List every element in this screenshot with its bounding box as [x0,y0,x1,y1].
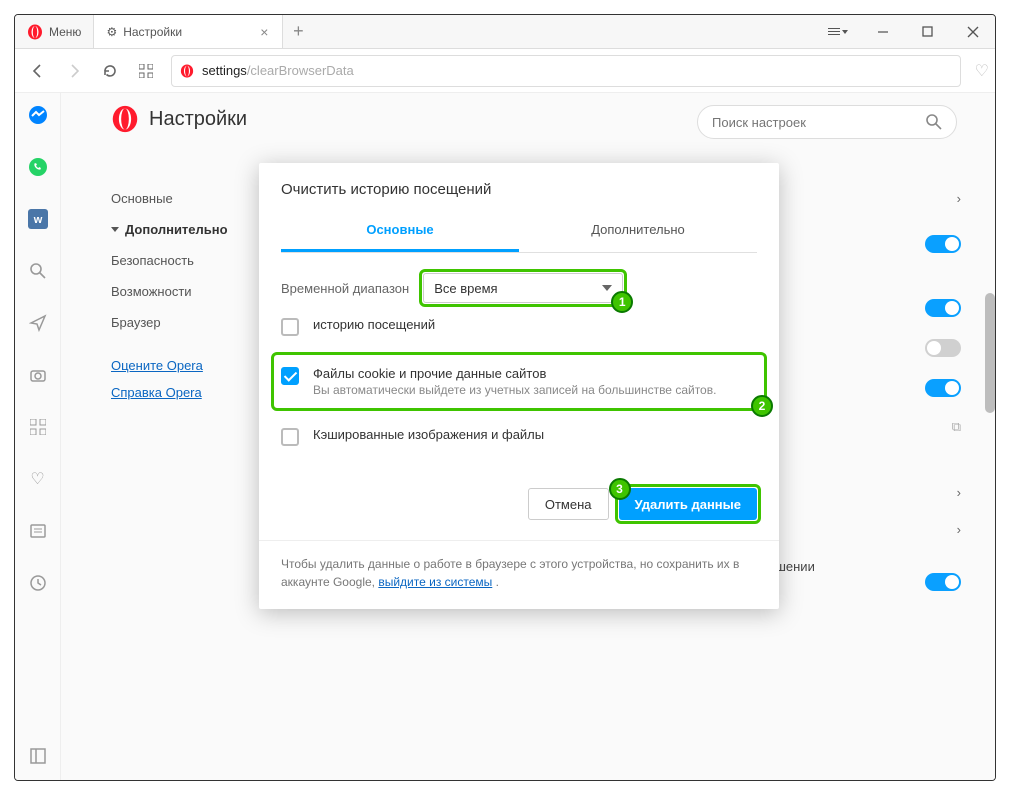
tab-basic[interactable]: Основные [281,212,519,252]
page-scrollbar[interactable] [985,293,995,413]
option-cache[interactable]: Кэшированные изображения и файлы [281,413,757,460]
search-icon [926,114,942,130]
tab-title: Настройки [123,25,250,39]
address-bar-row: settings/clearBrowserData ♡ [15,49,995,93]
tab-close-button[interactable]: × [256,24,272,40]
maximize-button[interactable] [905,15,950,48]
time-range-row: Временной диапазон Все время 1 [281,273,757,303]
dialog-footer: Чтобы удалить данные о работе в браузере… [259,540,779,609]
time-range-value: Все время [434,281,497,296]
settings-content: Настройки Основные Дополнительно Безопас… [61,93,995,780]
dialog-body: Временной диапазон Все время 1 исто [259,253,779,464]
checkbox-cookies[interactable] [281,367,299,385]
toggle[interactable] [925,339,961,357]
close-window-button[interactable] [950,15,995,48]
history-icon[interactable] [26,571,50,595]
tab-advanced[interactable]: Дополнительно [519,212,757,252]
option-cookies-sub: Вы автоматически выйдете из учетных запи… [313,383,716,397]
opera-favicon-icon [180,64,194,78]
menu-label: Меню [49,25,81,39]
gear-icon: ⚙ [106,25,117,39]
sidenav-features[interactable]: Возможности [111,276,261,307]
opera-menu-button[interactable]: Меню [15,15,93,48]
checkbox-cache[interactable] [281,428,299,446]
search-input[interactable] [712,115,926,130]
callout-badge-3: 3 [609,478,631,500]
sign-out-link[interactable]: выйдите из системы [378,575,492,589]
bookmark-heart-icon[interactable]: ♡ [975,61,989,81]
option-history[interactable]: историю посещений [281,303,757,350]
option-cookies-highlight: Файлы cookie и прочие данные сайтов Вы а… [275,356,763,407]
app-window: Меню ⚙ Настройки × + settings/clearBrows… [14,14,996,781]
external-link-icon[interactable]: ⧉ [952,419,961,435]
extensions-icon[interactable] [26,415,50,439]
snapshot-icon[interactable] [26,363,50,387]
titlebar: Меню ⚙ Настройки × + [15,15,995,49]
toggle[interactable] [925,235,961,253]
callout-badge-2: 2 [751,395,773,417]
sidebar-setup-icon[interactable] [26,744,50,768]
whatsapp-icon[interactable] [26,155,50,179]
time-range-select[interactable]: Все время [423,273,623,303]
left-icon-bar: w ♡ [15,93,61,780]
clear-data-dialog: Очистить историю посещений Основные Допо… [259,163,779,609]
checkbox-history[interactable] [281,318,299,336]
page-header: Настройки [111,105,247,133]
svg-text:w: w [32,214,42,226]
chevron-down-icon [602,285,612,291]
option-cookies-label: Файлы cookie и прочие данные сайтов [313,366,716,381]
reload-button[interactable] [93,55,127,87]
settings-sidenav: Основные Дополнительно Безопасность Возм… [111,183,261,406]
sidenav-advanced[interactable]: Дополнительно [111,214,261,245]
search-in-page-icon[interactable] [26,259,50,283]
option-history-label: историю посещений [313,317,435,332]
vk-icon[interactable]: w [26,207,50,231]
back-button[interactable] [21,55,55,87]
speed-dial-button[interactable] [129,55,163,87]
sidenav-main[interactable]: Основные [111,183,261,214]
delete-data-button[interactable]: Удалить данные [619,488,758,520]
toggle[interactable] [925,379,961,397]
rate-opera-link[interactable]: Оцените Opera [111,352,261,379]
opera-logo-icon [27,24,43,40]
dialog-title: Очистить историю посещений [259,163,779,212]
address-text: settings/clearBrowserData [202,63,354,78]
body: w ♡ Настройки Основные Дополнительно [15,93,995,780]
sidenav-browser[interactable]: Браузер [111,307,261,338]
dialog-actions: Отмена Удалить данные 3 [259,464,779,540]
option-cookies[interactable]: Файлы cookie и прочие данные сайтов Вы а… [281,360,757,403]
new-tab-button[interactable]: + [283,21,313,42]
browser-tab-settings[interactable]: ⚙ Настройки × [93,15,283,48]
help-opera-link[interactable]: Справка Opera [111,379,261,406]
opera-logo-icon [111,105,139,133]
toggle[interactable] [925,573,961,591]
personal-news-icon[interactable]: ♡ [26,467,50,491]
forward-button[interactable] [57,55,91,87]
window-controls [815,15,995,48]
minimize-button[interactable] [860,15,905,48]
address-field[interactable]: settings/clearBrowserData [171,55,961,87]
easy-setup-button[interactable] [815,15,860,48]
toggle[interactable] [925,299,961,317]
bookmarks-icon[interactable] [26,519,50,543]
sidenav-security[interactable]: Безопасность [111,245,261,276]
dialog-tabs: Основные Дополнительно [281,212,757,253]
confirm-highlight: Удалить данные 3 [619,488,758,520]
flow-icon[interactable] [26,311,50,335]
time-range-label: Временной диапазон [281,281,409,296]
messenger-icon[interactable] [26,103,50,127]
option-cache-label: Кэшированные изображения и файлы [313,427,544,442]
time-range-highlight: Все время 1 [423,273,623,303]
page-title: Настройки [149,108,247,131]
cancel-button[interactable]: Отмена [528,488,609,520]
settings-search[interactable] [697,105,957,139]
